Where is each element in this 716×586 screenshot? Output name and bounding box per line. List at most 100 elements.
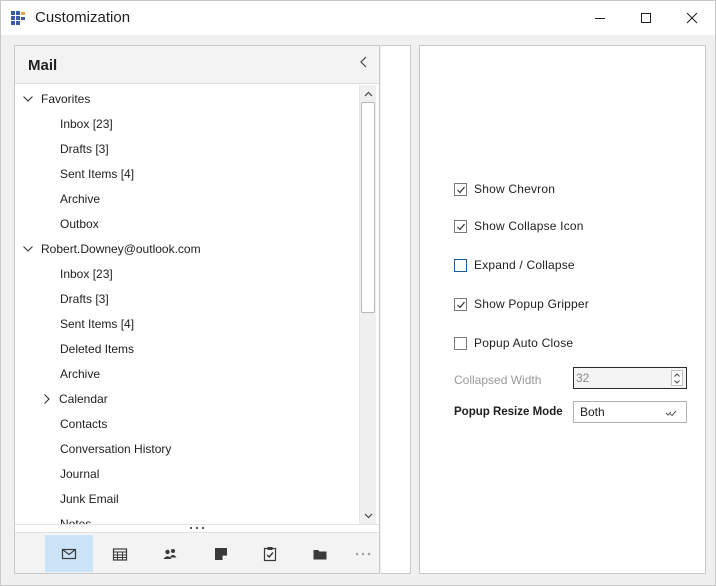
- title-bar[interactable]: Customization: [1, 1, 715, 35]
- folder-icon: [313, 549, 327, 559]
- tree-node[interactable]: Drafts [3]: [15, 136, 359, 161]
- expanded-chevron-icon[interactable]: [22, 93, 34, 105]
- tree-node-label: Robert.Downey@outlook.com: [41, 241, 201, 256]
- option-popup-auto-close[interactable]: Popup Auto Close: [454, 335, 573, 351]
- chevron-up-icon: [364, 91, 372, 96]
- collapsed-width-label: Collapsed Width: [454, 373, 542, 387]
- nav-header-title: Mail: [28, 57, 58, 74]
- nav-splitter-gripper[interactable]: [15, 524, 379, 532]
- tree-node[interactable]: Sent Items [4]: [15, 161, 359, 186]
- popup-resize-mode-label: Popup Resize Mode: [454, 406, 563, 418]
- option-label: Show Popup Gripper: [474, 297, 589, 311]
- mail-icon: [61, 548, 77, 559]
- tree-node-label: Sent Items [4]: [60, 316, 135, 331]
- tree-node[interactable]: Archive: [15, 186, 359, 211]
- tree-node[interactable]: Junk Email: [15, 486, 359, 511]
- option-expand-collapse[interactable]: Expand / Collapse: [454, 257, 575, 273]
- collapsed-chevron-icon[interactable]: [41, 393, 53, 405]
- maximize-button[interactable]: [623, 1, 669, 35]
- checkbox-checked[interactable]: [454, 219, 467, 233]
- close-icon: [686, 12, 698, 24]
- option-label: Expand / Collapse: [474, 258, 575, 272]
- tree-node[interactable]: Deleted Items: [15, 336, 359, 361]
- tree-node-label: Archive: [60, 366, 101, 381]
- tree-node[interactable]: Sent Items [4]: [15, 311, 359, 336]
- option-label: Show Collapse Icon: [474, 219, 584, 233]
- tree-node-label: Favorites: [41, 91, 91, 106]
- tree-node[interactable]: Robert.Downey@outlook.com: [15, 236, 359, 261]
- option-label: Show Chevron: [474, 182, 556, 196]
- spin-up-icon[interactable]: [672, 371, 682, 378]
- tree-node-label: Notes: [60, 516, 92, 525]
- nav-button-mail[interactable]: [45, 535, 93, 572]
- scroll-up-button[interactable]: [360, 85, 376, 102]
- tree-node[interactable]: Archive: [15, 361, 359, 386]
- collapse-chevron-icon[interactable]: [357, 55, 371, 69]
- checkbox-unchecked[interactable]: [454, 258, 467, 272]
- tree-node-label: Inbox [23]: [60, 116, 113, 131]
- tree-node-label: Calendar: [59, 391, 108, 406]
- tree-vertical-scrollbar[interactable]: [359, 85, 376, 525]
- tasks-icon: [263, 546, 277, 561]
- nav-footer-bar: [15, 532, 379, 573]
- scroll-down-button[interactable]: [360, 507, 376, 524]
- app-grid-icon: [11, 11, 25, 25]
- collapsed-width-spinner[interactable]: 32: [573, 367, 687, 389]
- settings-panel: Collapsed Width 32 Popup Resize Mode Bot…: [419, 45, 706, 574]
- tree-node[interactable]: Journal: [15, 461, 359, 486]
- calendar-icon: [112, 547, 128, 561]
- nav-header: Mail: [15, 46, 379, 84]
- tree-node[interactable]: Notes: [15, 511, 359, 525]
- collapsed-width-value: 32: [576, 371, 590, 385]
- nav-button-folders[interactable]: [296, 535, 344, 572]
- navigation-pane: Mail Favorites Inbox [23] Drafts [3] Sent I…: [14, 45, 380, 574]
- popup-resize-mode-value: Both: [580, 405, 605, 419]
- tree-node[interactable]: Contacts: [15, 411, 359, 436]
- tree-node-label: Journal: [60, 466, 100, 481]
- tree-node[interactable]: Outbox: [15, 211, 359, 236]
- spin-down-icon[interactable]: [672, 378, 682, 385]
- tree-node-label: Contacts: [60, 416, 108, 431]
- dropdown-arrow-icon: [665, 410, 677, 417]
- checkbox-checked[interactable]: [454, 182, 467, 196]
- tree-node[interactable]: Calendar: [15, 386, 359, 411]
- expanded-chevron-icon[interactable]: [22, 243, 34, 255]
- more-dots-icon: [355, 552, 371, 555]
- close-button[interactable]: [669, 1, 715, 35]
- pane-separator: [381, 45, 411, 574]
- tree-node[interactable]: Conversation History: [15, 436, 359, 461]
- option-show-chevron[interactable]: Show Chevron: [454, 181, 555, 197]
- option-show-popup-gripper[interactable]: Show Popup Gripper: [454, 296, 589, 312]
- checkmark-icon: [457, 186, 465, 193]
- tree-node[interactable]: Drafts [3]: [15, 286, 359, 311]
- tree-node[interactable]: Inbox [23]: [15, 261, 359, 286]
- tree-node-label: Conversation History: [60, 441, 172, 456]
- window-title: Customization: [35, 9, 131, 26]
- nav-button-calendar[interactable]: [96, 535, 144, 572]
- checkmark-icon: [457, 301, 465, 308]
- nav-button-notes[interactable]: [197, 535, 245, 572]
- scroll-thumb[interactable]: [361, 102, 375, 313]
- minimize-button[interactable]: [577, 1, 623, 35]
- nav-overflow-button[interactable]: [351, 535, 375, 572]
- checkmark-icon: [457, 223, 465, 230]
- checkbox-checked[interactable]: [454, 297, 467, 311]
- tree-node-label: Outbox: [60, 216, 99, 231]
- option-show-collapse-icon[interactable]: Show Collapse Icon: [454, 218, 584, 234]
- tree-node-label: Junk Email: [60, 491, 119, 506]
- chevron-down-icon: [364, 513, 372, 518]
- tree-node-label: Drafts [3]: [60, 291, 109, 306]
- option-label: Popup Auto Close: [474, 336, 574, 350]
- tree-node-label: Sent Items [4]: [60, 166, 135, 181]
- nav-button-people[interactable]: [146, 535, 194, 572]
- spinner-arrows[interactable]: [671, 370, 683, 386]
- tree-node-label: Drafts [3]: [60, 141, 109, 156]
- tree-node[interactable]: Inbox [23]: [15, 111, 359, 136]
- note-icon: [215, 547, 227, 560]
- nav-button-tasks[interactable]: [246, 535, 294, 572]
- tree-node[interactable]: Favorites: [15, 86, 359, 111]
- people-icon: [163, 548, 177, 559]
- checkbox-unchecked[interactable]: [454, 336, 467, 350]
- popup-resize-mode-combobox[interactable]: Both: [573, 401, 687, 423]
- customization-window: Customization Mail Favorites Inbox [23] Dr…: [0, 0, 716, 586]
